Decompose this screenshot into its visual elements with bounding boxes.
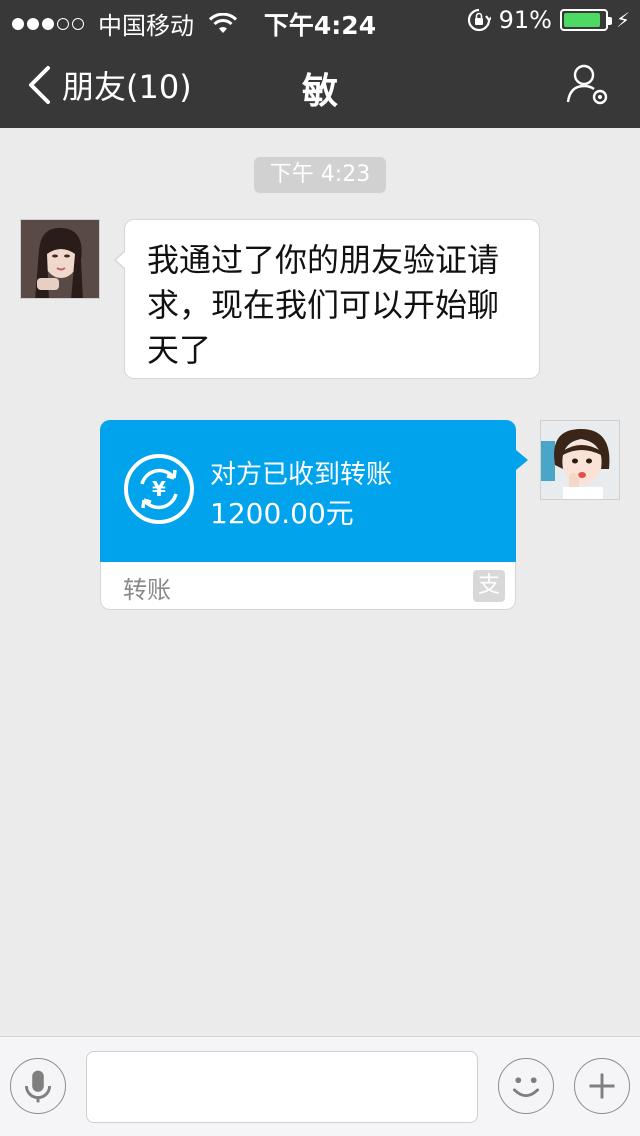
battery-percent: 91% [498, 6, 552, 34]
top-bar: 中国移动 下午4:24 91% ⚡ 朋友(10) 敏 [0, 0, 640, 128]
transfer-label: 转账 [123, 576, 171, 604]
transfer-card-footer: 转账 支 [100, 562, 516, 610]
status-bar: 中国移动 下午4:24 91% ⚡ [0, 0, 640, 40]
battery-fill [563, 13, 601, 27]
transfer-amount: 1200.00元 [210, 497, 354, 530]
nav-bar: 朋友(10) 敏 [0, 40, 640, 128]
contact-settings-icon[interactable] [566, 62, 610, 106]
alipay-icon: 支 [473, 570, 505, 602]
chat-title: 敏 [301, 71, 338, 112]
emoji-button[interactable] [498, 1058, 554, 1114]
chat-area[interactable]: 下午 4:23 我通过了你的朋友验证请求，现在我们可以开始聊天了 ¥ 对方已收到… [0, 128, 640, 1036]
transfer-card[interactable]: ¥ 对方已收到转账 1200.00元 转账 支 [100, 420, 528, 610]
battery-icon [559, 9, 612, 31]
my-avatar[interactable] [540, 420, 620, 500]
input-bar [0, 1036, 640, 1136]
message-bubble[interactable]: 我通过了你的朋友验证请求，现在我们可以开始聊天了 [114, 219, 540, 379]
charging-icon: ⚡ [615, 8, 630, 32]
rotation-lock-icon [467, 8, 491, 32]
transfer-card-header: ¥ 对方已收到转账 1200.00元 [100, 420, 528, 562]
svg-text:¥: ¥ [152, 477, 166, 501]
message-timestamp: 下午 4:23 [254, 157, 386, 193]
transfer-status: 对方已收到转账 [210, 460, 393, 490]
message-input[interactable] [86, 1051, 478, 1123]
status-right: 91% ⚡ [467, 6, 630, 34]
transfer-received-icon: ¥ [124, 454, 194, 524]
contact-avatar[interactable] [20, 219, 100, 299]
more-options-button[interactable] [574, 1058, 630, 1114]
voice-input-button[interactable] [10, 1058, 66, 1114]
